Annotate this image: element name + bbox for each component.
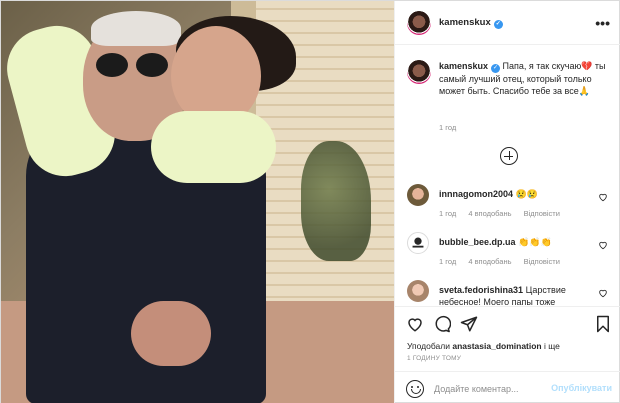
author-username[interactable]: kamenskux ✓ — [439, 17, 503, 29]
heart-icon[interactable] — [598, 240, 608, 250]
liked-suffix[interactable]: і ще — [544, 341, 560, 351]
verified-icon: ✓ — [491, 64, 501, 73]
liked-by: Уподобали anastasia_domination і ще — [407, 341, 560, 351]
comment-avatar[interactable] — [407, 184, 429, 206]
comment-body: 👏👏👏 — [518, 237, 552, 247]
post-photo[interactable] — [1, 1, 394, 403]
comment-reply[interactable]: Відповісти — [524, 209, 560, 218]
comment-body: 😢😢 — [515, 189, 538, 199]
comment-input[interactable] — [434, 382, 554, 396]
comment-meta: 1 год 4 вподобань Відповісти — [439, 209, 570, 218]
comments-scroll-area[interactable]: kamenskux ✓ Папа, я так скучаю💔 ты самый … — [395, 46, 620, 306]
photo-plant — [301, 141, 371, 261]
caption-username[interactable]: kamenskux — [439, 61, 488, 71]
publish-button[interactable]: Опублікувати — [551, 383, 612, 393]
caption: kamenskux ✓ Папа, я так скучаю💔 ты самый … — [439, 60, 609, 97]
post-actions: Уподобали anastasia_domination і ще 1 ГО… — [395, 306, 620, 403]
post-side-panel: kamenskux ✓ ••• kamenskux ✓ Папа, я так ск… — [394, 1, 620, 403]
comment-text: sveta.fedorishina31 Царствие небесное! М… — [439, 284, 599, 306]
author-avatar[interactable] — [407, 11, 431, 35]
photo-sunglasses-left — [96, 53, 128, 77]
comment-username[interactable]: bubble_bee.dp.ua — [439, 237, 516, 247]
heart-icon[interactable] — [598, 192, 608, 202]
comment-username[interactable]: innnagomon2004 — [439, 189, 513, 199]
comment-text: bubble_bee.dp.ua 👏👏👏 — [439, 236, 599, 248]
photo-man-hands — [131, 301, 211, 366]
comment-item: innnagomon2004 😢😢 1 год 4 вподобань Відп… — [407, 184, 612, 224]
photo-man-hair — [91, 11, 181, 46]
heart-icon[interactable] — [598, 288, 608, 298]
liked-user[interactable]: anastasia_domination — [452, 341, 541, 351]
comment-meta: 1 год 4 вподобань Відповісти — [439, 257, 570, 266]
bookmark-icon[interactable] — [594, 315, 612, 333]
bee-logo-icon — [412, 237, 424, 248]
caption-time[interactable]: 1 год — [439, 123, 456, 132]
post-time-ago[interactable]: 1 ГОДИНУ ТОМУ — [407, 355, 461, 362]
add-comment-bar: Опублікувати — [395, 371, 620, 403]
author-username-text[interactable]: kamenskux — [439, 17, 491, 28]
caption-author-avatar[interactable] — [407, 60, 431, 84]
verified-icon: ✓ — [493, 20, 503, 29]
share-icon[interactable] — [460, 315, 478, 333]
comment-icon[interactable] — [433, 315, 451, 333]
comment-likes[interactable]: 4 вподобань — [468, 257, 511, 266]
liked-prefix: Уподобали — [407, 341, 450, 351]
heart-icon[interactable] — [406, 315, 424, 333]
more-icon[interactable]: ••• — [595, 15, 610, 31]
comment-time[interactable]: 1 год — [439, 209, 456, 218]
post-frame: kamenskux ✓ ••• kamenskux ✓ Папа, я так ск… — [0, 0, 620, 403]
comment-avatar[interactable] — [407, 232, 429, 254]
photo-woman-arm-right — [151, 111, 276, 183]
emoji-icon[interactable] — [406, 380, 424, 398]
comment-item: bubble_bee.dp.ua 👏👏👏 1 год 4 вподобань В… — [407, 232, 612, 272]
comment-text: innnagomon2004 😢😢 — [439, 188, 599, 200]
comment-reply[interactable]: Відповісти — [524, 257, 560, 266]
add-icon[interactable] — [500, 147, 518, 165]
comment-avatar[interactable] — [407, 280, 429, 302]
comment-likes[interactable]: 4 вподобань — [468, 209, 511, 218]
comment-time[interactable]: 1 год — [439, 257, 456, 266]
photo-sunglasses-right — [136, 53, 168, 77]
comment-username[interactable]: sveta.fedorishina31 — [439, 285, 523, 295]
comment-item: sveta.fedorishina31 Царствие небесное! М… — [407, 280, 612, 306]
post-header: kamenskux ✓ ••• — [395, 1, 620, 45]
